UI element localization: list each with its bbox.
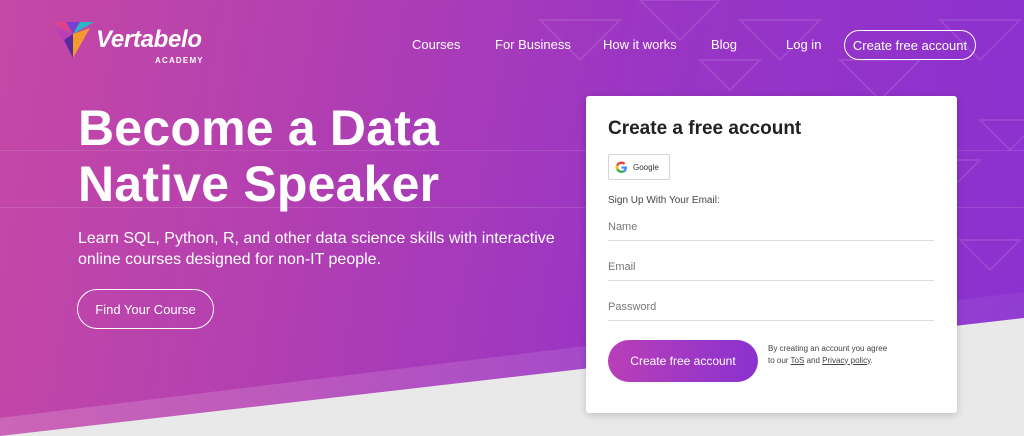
signup-title: Create a free account <box>608 118 802 139</box>
nav-login[interactable]: Log in <box>786 37 821 52</box>
terms-text: By creating an account you agree to our … <box>768 343 888 366</box>
google-signup-button[interactable]: Google <box>608 154 670 180</box>
name-placeholder: Name <box>608 221 638 233</box>
email-field[interactable]: Email <box>608 254 934 281</box>
nav-for-business[interactable]: For Business <box>495 37 571 52</box>
headline-line-2: Native Speaker <box>78 156 440 212</box>
tos-link[interactable]: ToS <box>791 356 805 365</box>
password-field[interactable]: Password <box>608 294 934 321</box>
nav-courses[interactable]: Courses <box>412 37 460 52</box>
logo-mark-icon <box>52 22 94 58</box>
google-label: Google <box>633 162 659 172</box>
hero-subhead: Learn SQL, Python, R, and other data sci… <box>78 230 555 268</box>
find-your-course-button[interactable]: Find Your Course <box>77 289 214 329</box>
nav-how-it-works[interactable]: How it works <box>603 37 677 52</box>
email-signup-label: Sign Up With Your Email: <box>608 195 720 206</box>
email-placeholder: Email <box>608 261 636 273</box>
hero-headline: Become a Data Native Speaker <box>78 100 548 212</box>
vertabelo-logo[interactable]: Vertabelo ACADEMY <box>52 22 222 68</box>
nav-blog[interactable]: Blog <box>711 37 737 52</box>
signup-card: Create a free account Google Sign Up Wit… <box>586 96 957 413</box>
privacy-policy-link[interactable]: Privacy policy <box>822 356 870 365</box>
name-field[interactable]: Name <box>608 214 934 241</box>
logo-subtext: ACADEMY <box>155 56 204 65</box>
terms-period: . <box>870 355 873 365</box>
create-account-submit-button[interactable]: Create free account <box>608 340 758 382</box>
headline-line-1: Become a Data <box>78 100 440 156</box>
logo-text: Vertabelo <box>96 26 202 53</box>
nav-create-account-button[interactable]: Create free account <box>844 30 976 60</box>
google-icon <box>615 161 627 173</box>
password-placeholder: Password <box>608 301 657 313</box>
terms-and: and <box>806 355 820 365</box>
